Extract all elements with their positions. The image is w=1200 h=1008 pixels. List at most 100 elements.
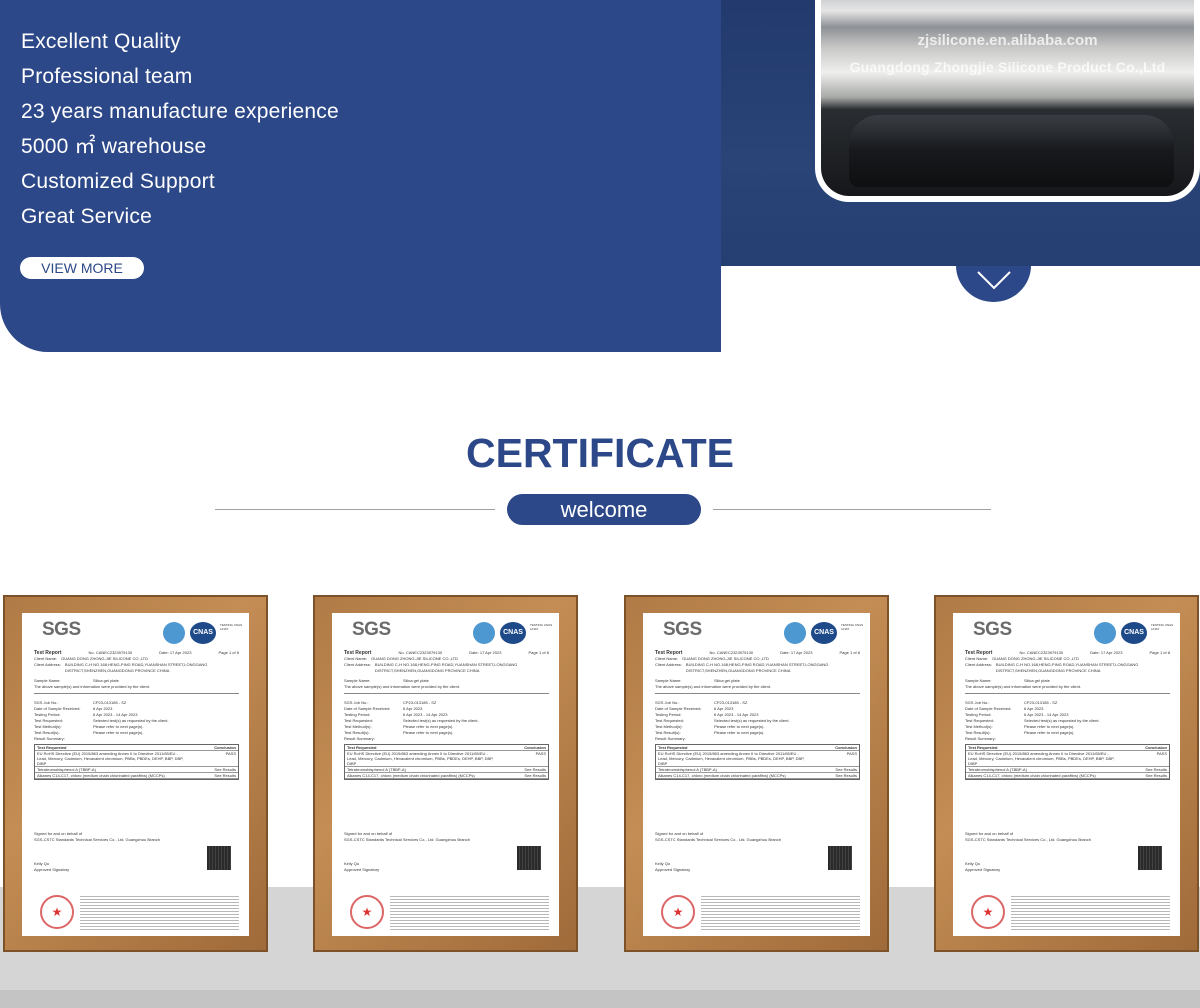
signed-company: SGS-CSTC Standards Technical Services Co…	[344, 837, 470, 842]
section-title: CERTIFICATE	[465, 430, 734, 476]
sample-note: The above sample(s) and information were…	[965, 684, 1082, 689]
silicone-roll-image	[849, 115, 1174, 187]
table-cell: EU RoHS Directive (EU) 2015/863 amending…	[347, 751, 494, 766]
label: Result Summary:	[965, 736, 996, 741]
red-seal-stamp: ★	[350, 895, 384, 929]
sample-note: The above sample(s) and information were…	[344, 684, 461, 689]
table-cell: Alkanes C14-C17, chloro (medium chain ch…	[658, 773, 786, 778]
ilac-mra-logo	[784, 622, 806, 644]
ilac-mra-logo	[1094, 622, 1116, 644]
qr-code	[1138, 846, 1162, 870]
table-cell: Tetrabromobisphenol A (TBBP-A)	[347, 767, 406, 772]
feature-item: Great Service	[21, 205, 152, 228]
label: Client Address:	[344, 662, 371, 667]
certificate-document: SGS CNAS TESTING CNAS L0167 Test Report N…	[22, 613, 249, 936]
result-table: Test Requested Conclusion EU RoHS Directi…	[344, 744, 549, 780]
feature-item: 5000 ㎡ warehouse	[21, 135, 207, 158]
table-cell: Alkanes C14-C17, chloro (medium chain ch…	[37, 773, 165, 778]
signed-company: SGS-CSTC Standards Technical Services Co…	[965, 837, 1091, 842]
cnas-logo: CNAS	[190, 622, 216, 644]
column-header: Conclusion	[835, 745, 857, 750]
page-number: Page 1 of 8	[1149, 650, 1170, 655]
view-more-button[interactable]: VIEW MORE	[20, 257, 144, 279]
result-table: Test Requested Conclusion EU RoHS Directi…	[965, 744, 1170, 780]
signatory-title: Approved Signatory	[965, 867, 1001, 872]
report-date: Date: 17 Apr 2023	[1090, 650, 1123, 655]
value: Please refer to next page(s).	[93, 730, 144, 735]
divider	[713, 509, 991, 510]
table-cell: EU RoHS Directive (EU) 2015/863 amending…	[658, 751, 805, 766]
column-header: Test Requested	[658, 745, 688, 750]
chevron-down-icon	[977, 271, 1011, 290]
label: Client Address:	[34, 662, 61, 667]
feature-item: 23 years manufacture experience	[21, 100, 339, 123]
sample-note: The above sample(s) and information were…	[655, 684, 772, 689]
feature-item: Customized Support	[21, 170, 215, 193]
table-cell: Tetrabromobisphenol A (TBBP-A)	[968, 767, 1027, 772]
table-cell: Alkanes C14-C17, chloro (medium chain ch…	[347, 773, 475, 778]
value: Please refer to next page(s).	[403, 730, 454, 735]
column-header: Conclusion	[524, 745, 546, 750]
table-cell: See Results	[214, 773, 236, 778]
page-number: Page 1 of 8	[218, 650, 239, 655]
certificate-document: SGS CNAS TESTING CNAS L0167 Test Report N…	[332, 613, 559, 936]
certificate-frame[interactable]: SGS CNAS TESTING CNAS L0167 Test Report N…	[624, 595, 889, 952]
ilac-mra-logo	[163, 622, 185, 644]
certificate-frame[interactable]: SGS CNAS TESTING CNAS L0167 Test Report N…	[313, 595, 578, 952]
signed-company: SGS-CSTC Standards Technical Services Co…	[655, 837, 781, 842]
table-cell: See Results	[835, 767, 857, 772]
signature-block: Signed for and on behalf of SGS-CSTC Sta…	[34, 831, 160, 873]
certificate-frame[interactable]: SGS CNAS TESTING CNAS L0167 Test Report N…	[934, 595, 1199, 952]
page-number: Page 1 of 8	[528, 650, 549, 655]
signature-block: Signed for and on behalf of SGS-CSTC Sta…	[344, 831, 470, 873]
accreditation-text: TESTING CNAS L0167	[220, 623, 243, 631]
accreditation-text: TESTING CNAS L0167	[1151, 623, 1174, 631]
table-cell: PASS	[846, 751, 857, 756]
label: Result Summary:	[655, 736, 686, 741]
client-address: BUILDING C-H NO.168,HENG-PING ROAD,YUANS…	[64, 662, 208, 673]
sgs-logo: SGS	[42, 619, 81, 640]
accreditation-text: TESTING CNAS L0167	[530, 623, 553, 631]
cnas-logo: CNAS	[500, 622, 526, 644]
table-cell: See Results	[524, 773, 546, 778]
table-cell: EU RoHS Directive (EU) 2015/863 amending…	[968, 751, 1115, 766]
label: Client Address:	[965, 662, 992, 667]
feature-list: Excellent Quality Professional team 23 y…	[21, 29, 339, 239]
sample-note: The above sample(s) and information were…	[34, 684, 151, 689]
table-cell: PASS	[535, 751, 546, 756]
photo-watermark: Guangdong Zhongjie Silicone Product Co.,…	[849, 59, 1166, 75]
background-band	[0, 990, 1200, 1008]
signatory-title: Approved Signatory	[34, 867, 70, 872]
red-seal-stamp: ★	[40, 895, 74, 929]
table-cell: See Results	[1145, 767, 1167, 772]
red-seal-stamp: ★	[661, 895, 695, 929]
column-header: Test Requested	[37, 745, 67, 750]
client-address: BUILDING C-H NO.168,HENG-PING ROAD,YUANS…	[685, 662, 829, 673]
result-table: Test Requested Conclusion EU RoHS Directi…	[34, 744, 239, 780]
fine-print	[390, 896, 549, 932]
column-header: Test Requested	[968, 745, 998, 750]
feature-item: Excellent Quality	[21, 30, 181, 53]
signed-company: SGS-CSTC Standards Technical Services Co…	[34, 837, 160, 842]
report-date: Date: 17 Apr 2023	[780, 650, 813, 655]
table-cell: See Results	[1145, 773, 1167, 778]
certificate-document: SGS CNAS TESTING CNAS L0167 Test Report N…	[953, 613, 1180, 936]
ilac-mra-logo	[473, 622, 495, 644]
cnas-logo: CNAS	[1121, 622, 1147, 644]
table-cell: PASS	[1156, 751, 1167, 756]
report-date: Date: 17 Apr 2023	[469, 650, 502, 655]
column-header: Test Requested	[347, 745, 377, 750]
table-cell: See Results	[214, 767, 236, 772]
signature-block: Signed for and on behalf of SGS-CSTC Sta…	[655, 831, 781, 873]
column-header: Conclusion	[214, 745, 236, 750]
value: Please refer to next page(s).	[1024, 730, 1075, 735]
divider	[215, 509, 495, 510]
table-cell: Tetrabromobisphenol A (TBBP-A)	[658, 767, 717, 772]
sgs-logo: SGS	[973, 619, 1012, 640]
fine-print	[1011, 896, 1170, 932]
table-cell: Tetrabromobisphenol A (TBBP-A)	[37, 767, 96, 772]
cnas-logo: CNAS	[811, 622, 837, 644]
signature-block: Signed for and on behalf of SGS-CSTC Sta…	[965, 831, 1091, 873]
label: Result Summary:	[34, 736, 65, 741]
certificate-frame[interactable]: SGS CNAS TESTING CNAS L0167 Test Report N…	[3, 595, 268, 952]
